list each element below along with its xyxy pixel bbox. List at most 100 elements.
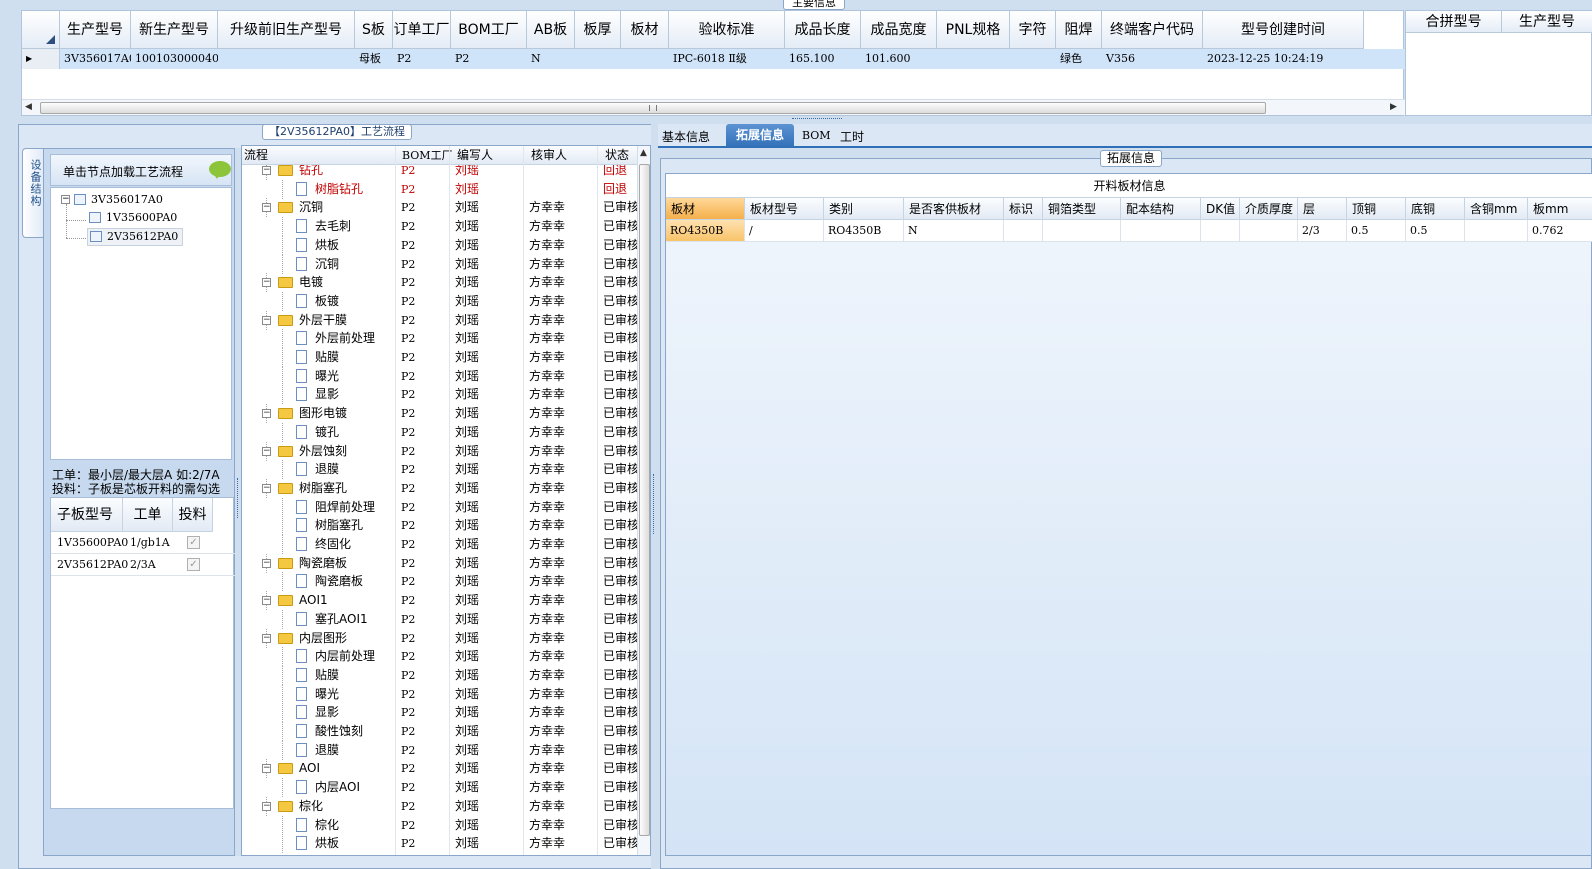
column-header[interactable]: S板 [355, 11, 393, 49]
table-cell[interactable]: 2023-12-25 10:24:19 [1203, 49, 1364, 69]
process-row[interactable]: 塞孔AOI1 P2 刘瑶 方幸幸 已审核 [242, 610, 637, 629]
column-header[interactable]: 类别 [824, 198, 904, 220]
tab-work-hours[interactable]: 工时 [840, 128, 864, 145]
column-header[interactable]: 阻焊 [1056, 11, 1102, 49]
column-header[interactable]: 是否客供板材 [904, 198, 1004, 220]
process-row[interactable]: 烘板 P2 刘瑶 方幸幸 已审核 [242, 236, 637, 255]
collapse-icon[interactable]: − [262, 316, 271, 325]
process-row[interactable]: 终固化 P2 刘瑶 方幸幸 已审核 [242, 535, 637, 554]
process-row[interactable]: 陶瓷磨板 P2 刘瑶 方幸幸 已审核 [242, 572, 637, 591]
tab-basic-info[interactable]: 基本信息 [662, 128, 710, 145]
column-header[interactable]: 型号创建时间 [1203, 11, 1364, 49]
process-row[interactable]: − 电镀 P2 刘瑶 方幸幸 已审核 [242, 273, 637, 292]
table-cell[interactable] [218, 49, 355, 69]
process-row[interactable]: 曝光 P2 刘瑶 方幸幸 已审核 [242, 367, 637, 386]
column-header[interactable]: 铜箔类型 [1043, 198, 1121, 220]
column-header[interactable]: 字符 [1010, 11, 1056, 49]
process-row[interactable]: − AOI1 P2 刘瑶 方幸幸 已审核 [242, 591, 637, 610]
table-cell[interactable]: IPC-6018 Ⅱ级 [669, 49, 785, 69]
tab-extended-info[interactable]: 拓展信息 [726, 124, 794, 148]
column-header[interactable]: 介质厚度 [1240, 198, 1298, 220]
collapse-icon[interactable]: − [262, 764, 271, 773]
feed-checkbox[interactable]: ✓ [187, 536, 200, 549]
process-row[interactable]: 贴膜 P2 刘瑶 方幸幸 已审核 [242, 666, 637, 685]
column-header[interactable]: 生产型号 [60, 11, 131, 49]
process-row[interactable]: 沉铜 P2 刘瑶 方幸幸 已审核 [242, 255, 637, 274]
table-cell[interactable]: 101.600 [861, 49, 937, 69]
table-cell[interactable]: / [745, 220, 824, 242]
column-header[interactable]: 工单 [123, 498, 173, 532]
column-header[interactable]: 投料 [173, 498, 213, 532]
collapse-icon[interactable]: − [262, 559, 271, 568]
feed-checkbox[interactable]: ✓ [187, 558, 200, 571]
column-header[interactable]: 合拼型号 [1406, 11, 1502, 33]
column-header[interactable]: 顶铜 [1347, 198, 1406, 220]
table-row[interactable]: ▶3V356017A010010300004021母板P2P2NIPC-6018… [22, 49, 1405, 69]
process-row[interactable]: − 内层图形 P2 刘瑶 方幸幸 已审核 [242, 629, 637, 648]
table-cell[interactable]: P2 [451, 49, 527, 69]
column-header[interactable]: 新生产型号 [131, 11, 218, 49]
table-cell[interactable]: 绿色 [1056, 49, 1102, 69]
process-row[interactable]: − 棕化 P2 刘瑶 方幸幸 已审核 [242, 797, 637, 816]
table-cell[interactable] [1240, 220, 1298, 242]
table-cell[interactable]: 0.762 [1528, 220, 1592, 242]
table-cell[interactable] [1121, 220, 1201, 242]
scroll-up-arrow-icon[interactable]: ▲ [640, 148, 647, 158]
scrollbar-thumb[interactable] [639, 164, 650, 836]
table-cell[interactable]: 母板 [355, 49, 393, 69]
table-cell[interactable] [1043, 220, 1121, 242]
process-row[interactable]: 贴膜 P2 刘瑶 方幸幸 已审核 [242, 348, 637, 367]
column-header[interactable]: AB板 [527, 11, 575, 49]
table-cell[interactable]: 10010300004021 [131, 49, 218, 69]
table-cell[interactable]: 0.5 [1347, 220, 1406, 242]
collapse-icon[interactable]: − [61, 195, 70, 204]
process-row[interactable]: − 外层蚀刻 P2 刘瑶 方幸幸 已审核 [242, 442, 637, 461]
collapse-icon[interactable]: − [262, 596, 271, 605]
process-row[interactable]: − 钻孔 P2 刘瑶 回退 [242, 165, 637, 180]
column-header[interactable]: 验收标准 [669, 11, 785, 49]
process-row[interactable]: 外层前处理 P2 刘瑶 方幸幸 已审核 [242, 329, 637, 348]
process-row[interactable]: 退膜 P2 刘瑶 方幸幸 已审核 [242, 741, 637, 760]
process-row[interactable]: 显影 P2 刘瑶 方幸幸 已审核 [242, 385, 637, 404]
process-row[interactable]: 退膜 P2 刘瑶 方幸幸 已审核 [242, 460, 637, 479]
table-cell[interactable] [575, 49, 621, 69]
process-row[interactable]: 镀孔 P2 刘瑶 方幸幸 已审核 [242, 423, 637, 442]
table-cell[interactable]: 165.100 [785, 49, 861, 69]
tree-node[interactable]: − 3V356017A0 [61, 192, 163, 210]
column-header[interactable]: 含铜mm [1465, 198, 1528, 220]
process-row[interactable]: 烘板 P2 刘瑶 方幸幸 已审核 [242, 834, 637, 853]
table-cell[interactable]: 0.5 [1406, 220, 1465, 242]
tree-node-selected[interactable]: 2V35612PA0 [87, 228, 184, 246]
table-cell[interactable]: N [904, 220, 1004, 242]
collapse-icon[interactable]: − [262, 802, 271, 811]
column-header[interactable]: 生产型号 [1502, 11, 1592, 33]
collapse-icon[interactable]: − [262, 484, 271, 493]
scrollbar-thumb[interactable] [40, 102, 1266, 114]
scroll-left-arrow-icon[interactable]: ◀ [25, 102, 32, 112]
column-header[interactable]: 编写人 [457, 146, 493, 165]
process-row[interactable]: − 沉铜 P2 刘瑶 方幸幸 已审核 [242, 198, 637, 217]
column-header[interactable]: 子板型号 [51, 498, 123, 532]
tab-bom[interactable]: BOM [802, 129, 831, 142]
column-header[interactable]: 流程 [244, 146, 268, 165]
process-row[interactable]: 棕化 P2 刘瑶 方幸幸 已审核 [242, 816, 637, 835]
table-cell[interactable] [1010, 49, 1056, 69]
table-cell[interactable] [621, 49, 669, 69]
process-row[interactable]: − 陶瓷磨板 P2 刘瑶 方幸幸 已审核 [242, 554, 637, 573]
column-header[interactable]: 状态 [605, 146, 629, 165]
column-header[interactable]: BOM工厂 [451, 11, 527, 49]
table-cell[interactable]: RO4350B [666, 220, 745, 242]
process-row[interactable]: 去毛刺 P2 刘瑶 方幸幸 已审核 [242, 217, 637, 236]
table-cell[interactable] [1465, 220, 1528, 242]
column-header[interactable]: 板厚 [575, 11, 621, 49]
process-row[interactable]: 树脂钻孔 P2 刘瑶 回退 [242, 180, 637, 199]
table-cell[interactable]: P2 [393, 49, 451, 69]
collapse-icon[interactable]: − [262, 409, 271, 418]
column-header[interactable]: 板材型号 [745, 198, 824, 220]
column-header[interactable]: 成品宽度 [861, 11, 937, 49]
column-header[interactable]: 配本结构 [1121, 198, 1201, 220]
column-header[interactable]: DK值 [1201, 198, 1240, 220]
table-row[interactable]: 2V35612PA0 2/3A ✓ [51, 554, 235, 576]
table-cell[interactable] [1201, 220, 1240, 242]
process-row[interactable]: 显影 P2 刘瑶 方幸幸 已审核 [242, 703, 637, 722]
